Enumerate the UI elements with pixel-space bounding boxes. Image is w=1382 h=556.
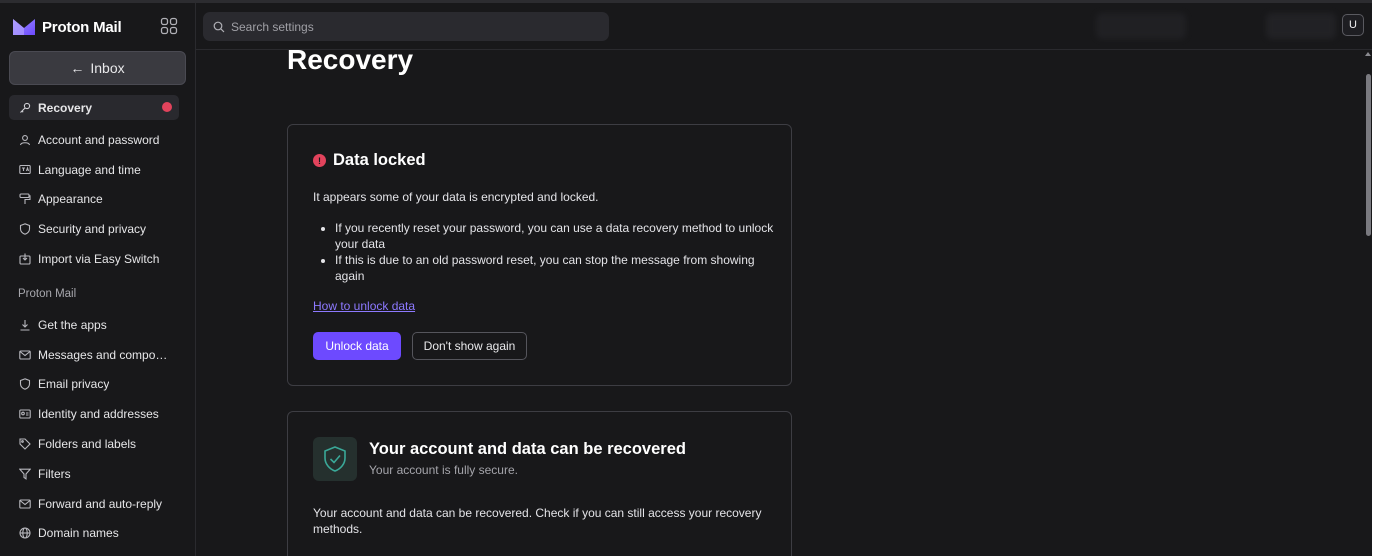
filter-icon [19,468,31,480]
blurred-header-element [1266,13,1336,39]
sidebar-item-label: Appearance [38,192,103,207]
app-logo[interactable]: Proton Mail [12,15,184,39]
main-scrollbar[interactable] [1364,50,1372,556]
section-title-proton-mail: Proton Mail [18,287,77,300]
envelope-icon [19,350,31,360]
proton-logo-icon [13,19,35,35]
arrow-left-icon: ← [70,60,85,76]
search-input[interactable] [231,19,591,34]
sidebar-item-recovery[interactable]: Recovery [9,95,179,120]
sidebar-item-label: Filters [38,466,71,481]
sidebar-item-label: Folders and labels [38,437,137,452]
envelope-icon [19,499,31,509]
search-bar[interactable] [203,12,609,41]
shield-icon [19,223,31,236]
settings-content: Recovery ! Data locked It appears some o… [196,50,1366,556]
back-to-inbox-button[interactable]: ← Inbox [9,51,186,85]
sidebar-item-filters[interactable]: Filters [9,459,179,489]
sidebar-item-appearance[interactable]: Appearance [9,185,179,215]
alert-dot-badge [162,102,172,112]
recovery-status-subtitle: Your account is fully secure. [369,463,518,477]
sidebar-item-account-and-password[interactable]: Account and password [9,125,179,155]
id-card-icon [19,409,31,419]
sidebar-item-label: Get the apps [38,317,107,332]
scrollbar-thumb[interactable] [1366,74,1371,236]
key-icon [20,102,31,113]
shield-icon [19,378,31,391]
data-locked-title: Data locked [333,151,426,169]
shield-check-icon [324,446,346,472]
sidebar-item-label: Identity and addresses [38,407,159,422]
sidebar-item-label: Messages and composi... [38,347,172,362]
paint-roller-icon [19,193,31,205]
sidebar-item-folders-and-labels[interactable]: Folders and labels [9,429,179,459]
sidebar: Proton Mail ← Inbox Recovery Account and… [0,3,196,556]
back-to-inbox-label: Inbox [90,60,125,76]
data-locked-bullets: If you recently reset your password, you… [335,220,775,284]
recovery-status-card: Your account and data can be recovered Y… [287,411,792,556]
sidebar-item-label: Email privacy [38,377,110,392]
settings-nav: Recovery Account and password Language a… [9,95,179,548]
sidebar-item-email-privacy[interactable]: Email privacy [9,370,179,400]
app-name: Proton Mail [42,18,122,36]
globe-icon [19,527,31,540]
dont-show-again-button[interactable]: Don't show again [412,332,527,360]
sidebar-item-label: Domain names [38,526,119,541]
language-icon [19,164,31,174]
sidebar-item-label: Forward and auto-reply [38,496,163,511]
window-right-edge [1372,0,1382,556]
list-item: If you recently reset your password, you… [335,220,775,252]
sidebar-item-security-and-privacy[interactable]: Security and privacy [9,214,179,244]
search-icon [213,21,225,32]
data-locked-heading: ! Data locked [313,151,426,170]
top-header: U [196,3,1382,50]
scroll-up-arrow-icon[interactable] [1365,52,1371,56]
sidebar-item-label: Language and time [38,162,141,177]
exclamation-circle-icon: ! [313,154,326,167]
recovery-status-text: Your account and data can be recovered. … [313,506,762,536]
data-locked-intro: It appears some of your data is encrypte… [313,190,599,204]
apps-grid-icon[interactable] [160,17,178,35]
how-to-unlock-link[interactable]: How to unlock data [313,299,415,313]
list-item: If this is due to an old password reset,… [335,252,775,284]
sidebar-item-identity-and-addresses[interactable]: Identity and addresses [9,399,179,429]
sidebar-item-import-via-easy-switch[interactable]: Import via Easy Switch [9,244,179,274]
shield-check-badge [313,437,357,481]
user-icon [19,134,31,146]
unlock-data-button[interactable]: Unlock data [313,332,401,360]
sidebar-item-get-the-apps[interactable]: Get the apps [9,310,179,340]
data-locked-card: ! Data locked It appears some of your da… [287,124,792,386]
download-icon [20,319,30,331]
tag-icon [19,438,31,450]
sidebar-item-label: Account and password [38,132,160,147]
recovery-status-title: Your account and data can be recovered [369,440,686,458]
sidebar-item-label: Security and privacy [38,222,147,237]
page-title: Recovery [287,50,414,75]
sidebar-item-messages-and-composing[interactable]: Messages and composi... [9,340,179,370]
sidebar-item-forward-and-auto-reply[interactable]: Forward and auto-reply [9,489,179,519]
sidebar-item-label: Import via Easy Switch [38,252,160,267]
user-avatar-button[interactable]: U [1342,14,1364,36]
sidebar-item-language-and-time[interactable]: Language and time [9,155,179,185]
sidebar-item-domain-names[interactable]: Domain names [9,519,179,549]
import-icon [19,253,31,265]
blurred-header-element [1096,13,1186,39]
sidebar-item-label: Recovery [38,100,93,115]
